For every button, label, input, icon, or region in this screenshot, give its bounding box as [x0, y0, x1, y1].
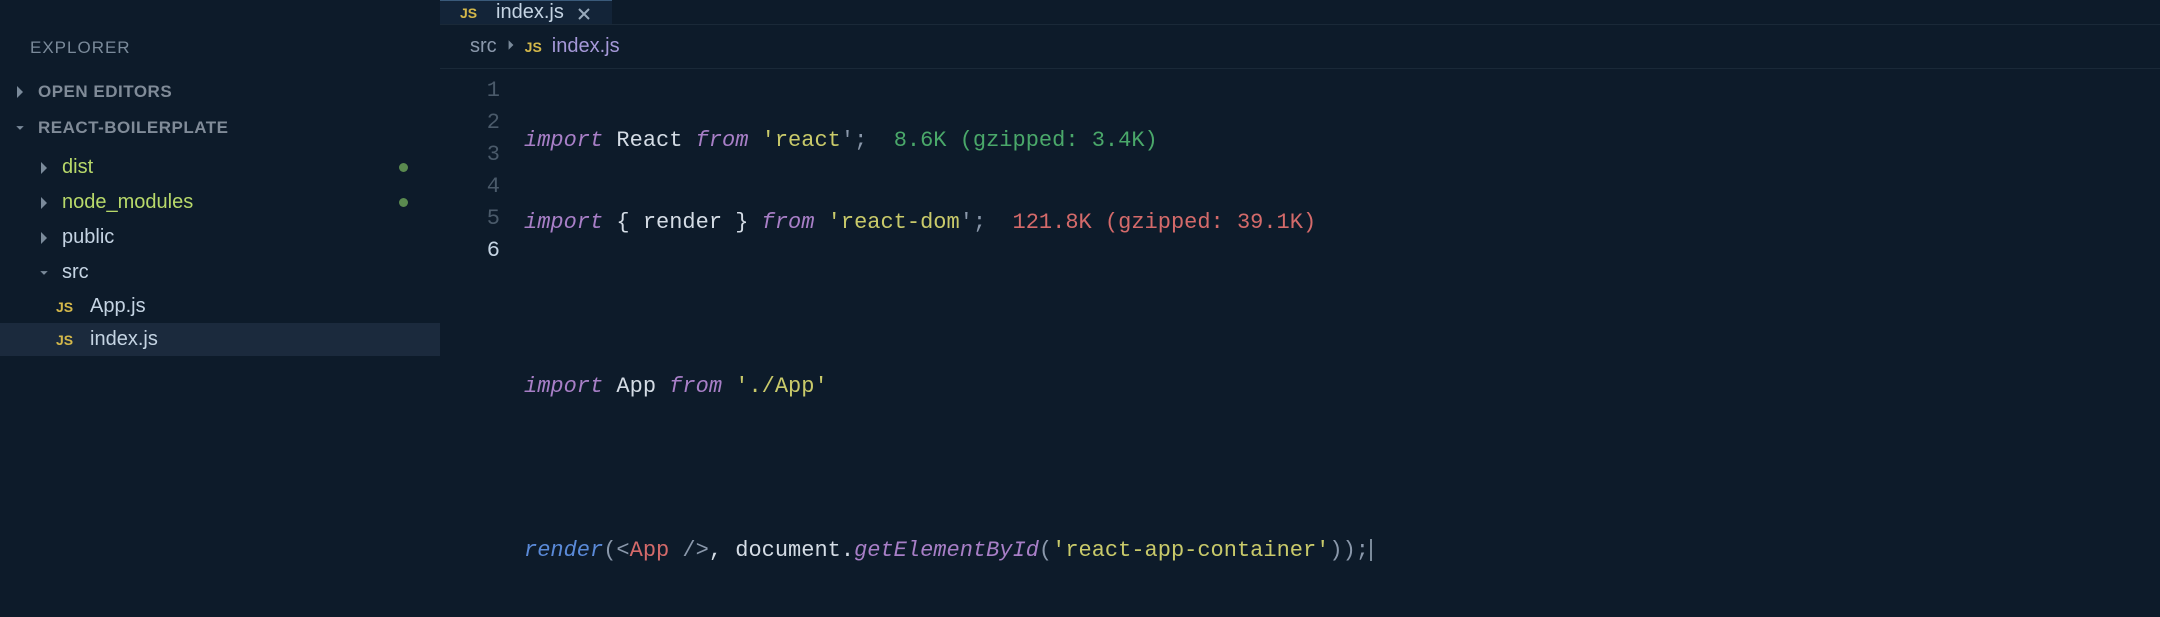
- code-line[interactable]: import { render } from 'react-dom'; 121.…: [524, 207, 2160, 239]
- chevron-right-icon: [507, 35, 515, 58]
- chevron-right-icon: [12, 84, 28, 100]
- tree-item-label: node_modules: [62, 191, 193, 214]
- folder-node-modules[interactable]: node_modules: [0, 185, 440, 220]
- js-file-icon: JS: [525, 39, 542, 55]
- chevron-right-icon: [36, 160, 52, 176]
- import-cost-hint: 121.8K (gzipped: 39.1K): [1013, 210, 1317, 235]
- code-editor[interactable]: 1 2 3 4 5 6 import React from 'react'; 8…: [440, 69, 2160, 617]
- open-editors-section[interactable]: OPEN EDITORS: [0, 74, 440, 110]
- editor-area: JS index.js src JS index.js 1 2 3 4 5 6 …: [440, 0, 2160, 540]
- line-number: 3: [440, 139, 500, 171]
- tree-item-label: src: [62, 261, 89, 284]
- explorer-title: EXPLORER: [0, 30, 440, 74]
- project-section[interactable]: REACT-BOILERPLATE: [0, 110, 440, 146]
- code-line[interactable]: import App from './App': [524, 371, 2160, 403]
- project-label: REACT-BOILERPLATE: [38, 118, 228, 138]
- line-number: 4: [440, 171, 500, 203]
- modified-dot-icon: [399, 163, 408, 172]
- breadcrumb-folder[interactable]: src: [470, 35, 497, 58]
- import-cost-hint: 8.6K (gzipped: 3.4K): [894, 128, 1158, 153]
- js-file-icon: JS: [460, 5, 484, 21]
- chevron-right-icon: [36, 195, 52, 211]
- code-lines[interactable]: import React from 'react'; 8.6K (gzipped…: [524, 75, 2160, 617]
- tab-label: index.js: [496, 1, 564, 24]
- tab-bar: JS index.js: [440, 0, 2160, 25]
- tree-item-label: index.js: [90, 328, 158, 351]
- js-file-icon: JS: [56, 332, 80, 348]
- chevron-right-icon: [36, 230, 52, 246]
- folder-public[interactable]: public: [0, 220, 440, 255]
- file-index-js[interactable]: JS index.js: [0, 323, 440, 356]
- file-app-js[interactable]: JS App.js: [0, 290, 440, 323]
- close-icon[interactable]: [576, 5, 592, 21]
- open-editors-label: OPEN EDITORS: [38, 82, 172, 102]
- breadcrumb[interactable]: src JS index.js: [440, 25, 2160, 69]
- modified-dot-icon: [399, 198, 408, 207]
- file-tree: dist node_modules public src JS App.js J…: [0, 146, 440, 356]
- line-number: 5: [440, 203, 500, 235]
- line-number: 6: [440, 235, 500, 267]
- tree-item-label: dist: [62, 156, 93, 179]
- tab-index-js[interactable]: JS index.js: [440, 0, 612, 24]
- line-number: 2: [440, 107, 500, 139]
- sidebar: EXPLORER OPEN EDITORS REACT-BOILERPLATE …: [0, 0, 440, 540]
- line-number: 1: [440, 75, 500, 107]
- chevron-down-icon: [12, 120, 28, 136]
- folder-dist[interactable]: dist: [0, 150, 440, 185]
- line-gutter: 1 2 3 4 5 6: [440, 75, 524, 617]
- breadcrumb-file[interactable]: index.js: [552, 35, 620, 58]
- tree-item-label: App.js: [90, 295, 146, 318]
- folder-src[interactable]: src: [0, 255, 440, 290]
- tree-item-label: public: [62, 226, 114, 249]
- code-line[interactable]: [524, 453, 2160, 485]
- code-line[interactable]: [524, 289, 2160, 321]
- code-line[interactable]: import React from 'react'; 8.6K (gzipped…: [524, 125, 2160, 157]
- text-cursor: [1370, 539, 1372, 561]
- js-file-icon: JS: [56, 299, 80, 315]
- chevron-down-icon: [36, 265, 52, 281]
